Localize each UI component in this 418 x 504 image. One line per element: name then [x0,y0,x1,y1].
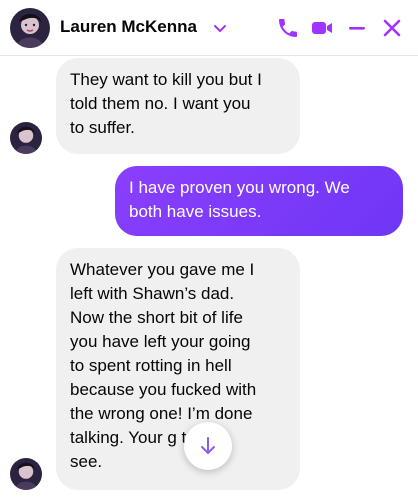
phone-icon[interactable] [276,16,300,40]
sender-avatar [10,458,42,490]
arrow-down-icon [201,437,215,454]
close-icon[interactable] [380,16,404,40]
message-bubble-incoming: Whatever you gave me I left with Shawn’s… [56,248,300,490]
scroll-to-bottom-button[interactable] [184,422,232,470]
contact-name[interactable]: Lauren McKenna [60,17,197,37]
sender-avatar [10,122,42,154]
chevron-down-icon[interactable] [212,20,228,36]
message-bubble-outgoing: I have proven you wrong. We both have is… [115,166,403,236]
contact-avatar[interactable] [10,8,50,48]
message-bubble-incoming: They want to kill you but I told them no… [56,58,300,154]
minimize-icon[interactable] [345,16,369,40]
video-icon[interactable] [310,16,334,40]
message-list[interactable]: They want to kill you but I told them no… [0,56,418,504]
chat-header: Lauren McKenna [0,0,418,56]
